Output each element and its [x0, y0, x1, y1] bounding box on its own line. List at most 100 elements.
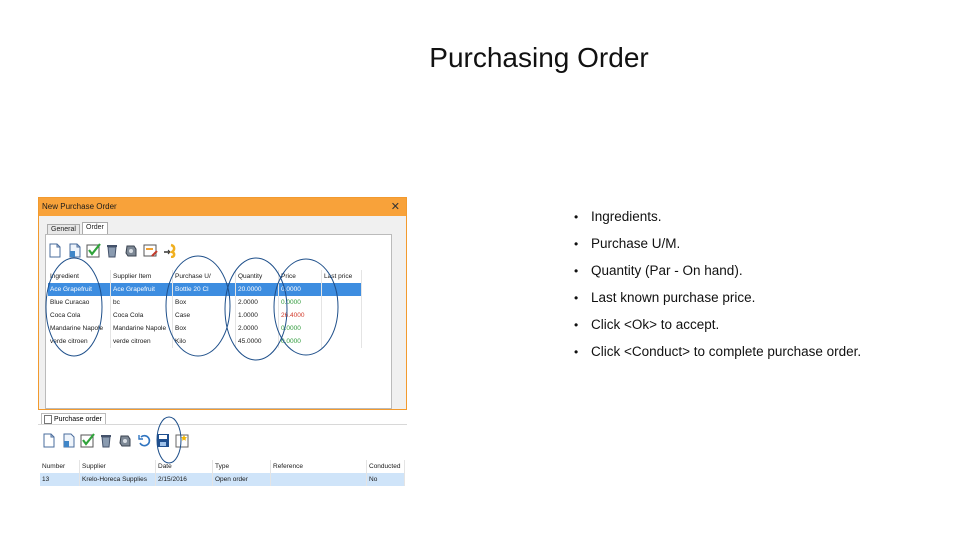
- bullet-item: • Ingredients.: [574, 208, 874, 226]
- bullet-dot: •: [574, 264, 579, 278]
- bullet-text: Last known purchase price.: [591, 290, 756, 305]
- copy-icon[interactable]: [66, 242, 82, 258]
- bullet-item: • Click <Ok> to accept.: [574, 316, 874, 334]
- cell-number: 13: [40, 473, 80, 486]
- table-row[interactable]: verde citroen verde citroen Kilo 45.0000…: [48, 335, 362, 348]
- bullet-list: • Ingredients. • Purchase U/M. • Quantity (…: [574, 208, 874, 370]
- cell-quantity: 1.0000: [236, 309, 279, 322]
- dialog-toolbar: [47, 242, 177, 260]
- cell-conducted: No: [367, 473, 405, 486]
- column-header-date[interactable]: Date: [156, 460, 213, 473]
- column-header-reference[interactable]: Reference: [271, 460, 367, 473]
- vertical-scrollbar[interactable]: [393, 234, 406, 409]
- purchase-toolbar: [41, 432, 190, 450]
- delete-icon[interactable]: [104, 242, 120, 258]
- cell-purchase-um: Kilo: [173, 335, 236, 348]
- grid-header: Number Supplier Date Type Reference Cond…: [40, 460, 405, 473]
- new-purchase-order-dialog: New Purchase Order ✕ General Order Items…: [38, 197, 407, 410]
- bullet-dot: •: [574, 345, 579, 359]
- bullet-text: Click <Ok> to accept.: [591, 317, 720, 332]
- settings-icon[interactable]: [117, 432, 133, 448]
- column-header-ingredient[interactable]: Ingredient: [48, 270, 111, 283]
- bullet-item: • Purchase U/M.: [574, 235, 874, 253]
- grid-header: Ingredient Supplier Item Purchase U/ Qua…: [48, 270, 362, 283]
- slide-title: Purchasing Order: [429, 42, 649, 73]
- dialog-title: New Purchase Order: [42, 202, 117, 211]
- order-items-grid: Ingredient Supplier Item Purchase U/ Qua…: [48, 270, 362, 348]
- cell-last-price: [322, 335, 362, 348]
- column-header-supplier-item[interactable]: Supplier Item: [111, 270, 173, 283]
- bullet-dot: •: [574, 291, 579, 305]
- save-icon[interactable]: [155, 432, 171, 448]
- table-row[interactable]: Coca Cola Coca Cola Case 1.0000 26.4000: [48, 309, 362, 322]
- cell-purchase-um: Case: [173, 309, 236, 322]
- cell-ingredient: Ace Grapefruit: [48, 283, 111, 296]
- cell-supplier-item: Mandarine Napole: [111, 322, 173, 335]
- check-icon[interactable]: [79, 432, 95, 448]
- cell-price: 0.0000: [279, 283, 322, 296]
- bullet-dot: •: [574, 318, 579, 332]
- cell-price: 26.4000: [279, 309, 322, 322]
- cell-last-price: [322, 283, 362, 296]
- cell-reference: [271, 473, 367, 486]
- cell-price: 0.0000: [279, 296, 322, 309]
- cell-ingredient: Blue Curacao: [48, 296, 111, 309]
- cell-quantity: 45.0000: [236, 335, 279, 348]
- delete-icon[interactable]: [98, 432, 114, 448]
- column-header-conducted[interactable]: Conducted: [367, 460, 405, 473]
- star-icon[interactable]: [174, 432, 190, 448]
- cell-last-price: [322, 309, 362, 322]
- bullet-text: Quantity (Par - On hand).: [591, 263, 743, 278]
- table-row[interactable]: 13 Krelo-Horeca Supplies 2/15/2016 Open …: [40, 473, 405, 486]
- column-header-quantity[interactable]: Quantity: [236, 270, 279, 283]
- table-row[interactable]: Mandarine Napole Mandarine Napole Box 2.…: [48, 322, 362, 335]
- new-icon[interactable]: [47, 242, 63, 258]
- cell-supplier-item: verde citroen: [111, 335, 173, 348]
- new-icon[interactable]: [41, 432, 57, 448]
- bullet-item: • Quantity (Par - On hand).: [574, 262, 874, 280]
- refresh-icon[interactable]: [136, 432, 152, 448]
- bullet-item: • Click <Conduct> to complete purchase or…: [574, 343, 874, 361]
- bullet-item: • Last known purchase price.: [574, 289, 874, 307]
- document-icon: [44, 415, 52, 424]
- cell-purchase-um: Box: [173, 296, 236, 309]
- cell-supplier-item: Coca Cola: [111, 309, 173, 322]
- cell-quantity: 2.0000: [236, 322, 279, 335]
- cell-supplier-item: bc: [111, 296, 173, 309]
- bullet-dot: •: [574, 210, 579, 224]
- cell-quantity: 2.0000: [236, 296, 279, 309]
- table-row[interactable]: Ace Grapefruit Ace Grapefruit Bottle 20 …: [48, 283, 362, 296]
- cell-type: Open order: [213, 473, 271, 486]
- table-row[interactable]: Blue Curacao bc Box 2.0000 0.0000: [48, 296, 362, 309]
- purchase-order-panel: Purchase order Number Supplier Date Type…: [38, 410, 407, 494]
- column-header-supplier[interactable]: Supplier: [80, 460, 156, 473]
- bullet-text: Click <Conduct> to complete purchase ord…: [591, 344, 862, 359]
- bullet-text: Ingredients.: [591, 209, 662, 224]
- column-header-purchase-um[interactable]: Purchase U/: [173, 270, 236, 283]
- cell-quantity: 20.0000: [236, 283, 279, 296]
- dialog-titlebar[interactable]: New Purchase Order ✕: [39, 198, 406, 216]
- cell-last-price: [322, 322, 362, 335]
- cell-last-price: [322, 296, 362, 309]
- column-header-price[interactable]: Price: [279, 270, 322, 283]
- column-header-last-price[interactable]: Last price: [322, 270, 362, 283]
- column-header-number[interactable]: Number: [40, 460, 80, 473]
- edit-icon[interactable]: [142, 242, 158, 258]
- cell-ingredient: verde citroen: [48, 335, 111, 348]
- cell-date: 2/15/2016: [156, 473, 213, 486]
- purchase-orders-grid: Number Supplier Date Type Reference Cond…: [40, 460, 405, 486]
- bullet-dot: •: [574, 237, 579, 251]
- cell-ingredient: Mandarine Napole: [48, 322, 111, 335]
- close-icon[interactable]: ✕: [391, 198, 400, 216]
- copy-icon[interactable]: [60, 432, 76, 448]
- cell-ingredient: Coca Cola: [48, 309, 111, 322]
- settings-icon[interactable]: [123, 242, 139, 258]
- check-icon[interactable]: [85, 242, 101, 258]
- bullet-text: Purchase U/M.: [591, 236, 681, 251]
- column-header-type[interactable]: Type: [213, 460, 271, 473]
- cell-purchase-um: Box: [173, 322, 236, 335]
- import-icon[interactable]: [161, 242, 177, 258]
- cell-price: 0.0000: [279, 335, 322, 348]
- cell-purchase-um: Bottle 20 Cl: [173, 283, 236, 296]
- cell-price: 0.0000: [279, 322, 322, 335]
